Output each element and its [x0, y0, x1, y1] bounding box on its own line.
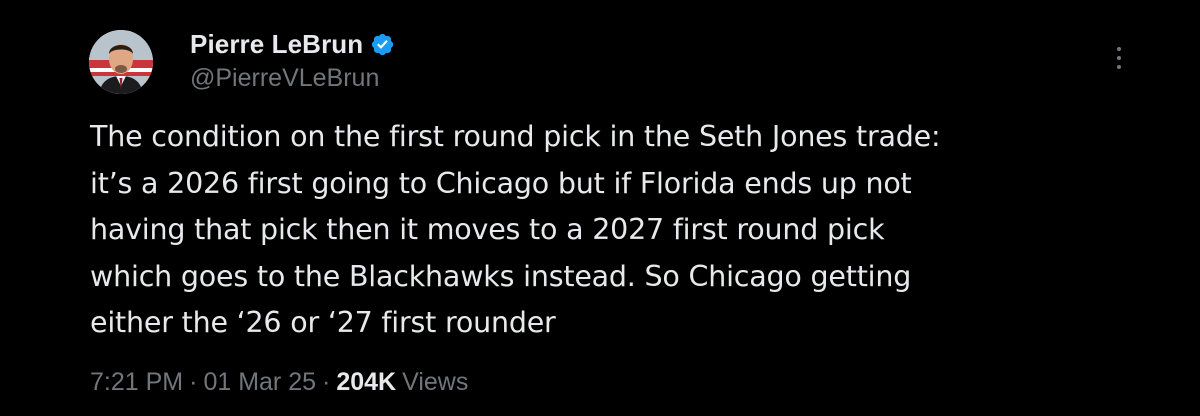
more-options-button[interactable]: [1108, 40, 1130, 76]
tweet: Pierre LeBrun @PierreVLeBrun The conditi…: [0, 0, 1200, 416]
verified-badge-icon[interactable]: [370, 32, 395, 57]
meta-separator: ·: [322, 368, 331, 396]
author-display-name[interactable]: Pierre LeBrun: [190, 29, 363, 60]
meta-separator: ·: [189, 368, 198, 396]
tweet-text: The condition on the first round pick in…: [90, 120, 941, 339]
author-handle[interactable]: @PierreVLeBrun: [190, 64, 395, 93]
author-name-row: Pierre LeBrun: [190, 28, 395, 60]
tweet-meta: 7:21 PM · 01 Mar 25 · 204K Views: [90, 368, 468, 397]
more-vertical-icon: [1117, 47, 1121, 69]
views-label: Views: [402, 368, 469, 396]
tweet-date[interactable]: 01 Mar 25: [203, 368, 316, 397]
views-count: 204K: [336, 368, 397, 396]
author-block: Pierre LeBrun @PierreVLeBrun: [190, 28, 395, 93]
avatar[interactable]: [89, 30, 153, 94]
tweet-time[interactable]: 7:21 PM: [90, 368, 183, 397]
avatar-image: [89, 30, 153, 94]
